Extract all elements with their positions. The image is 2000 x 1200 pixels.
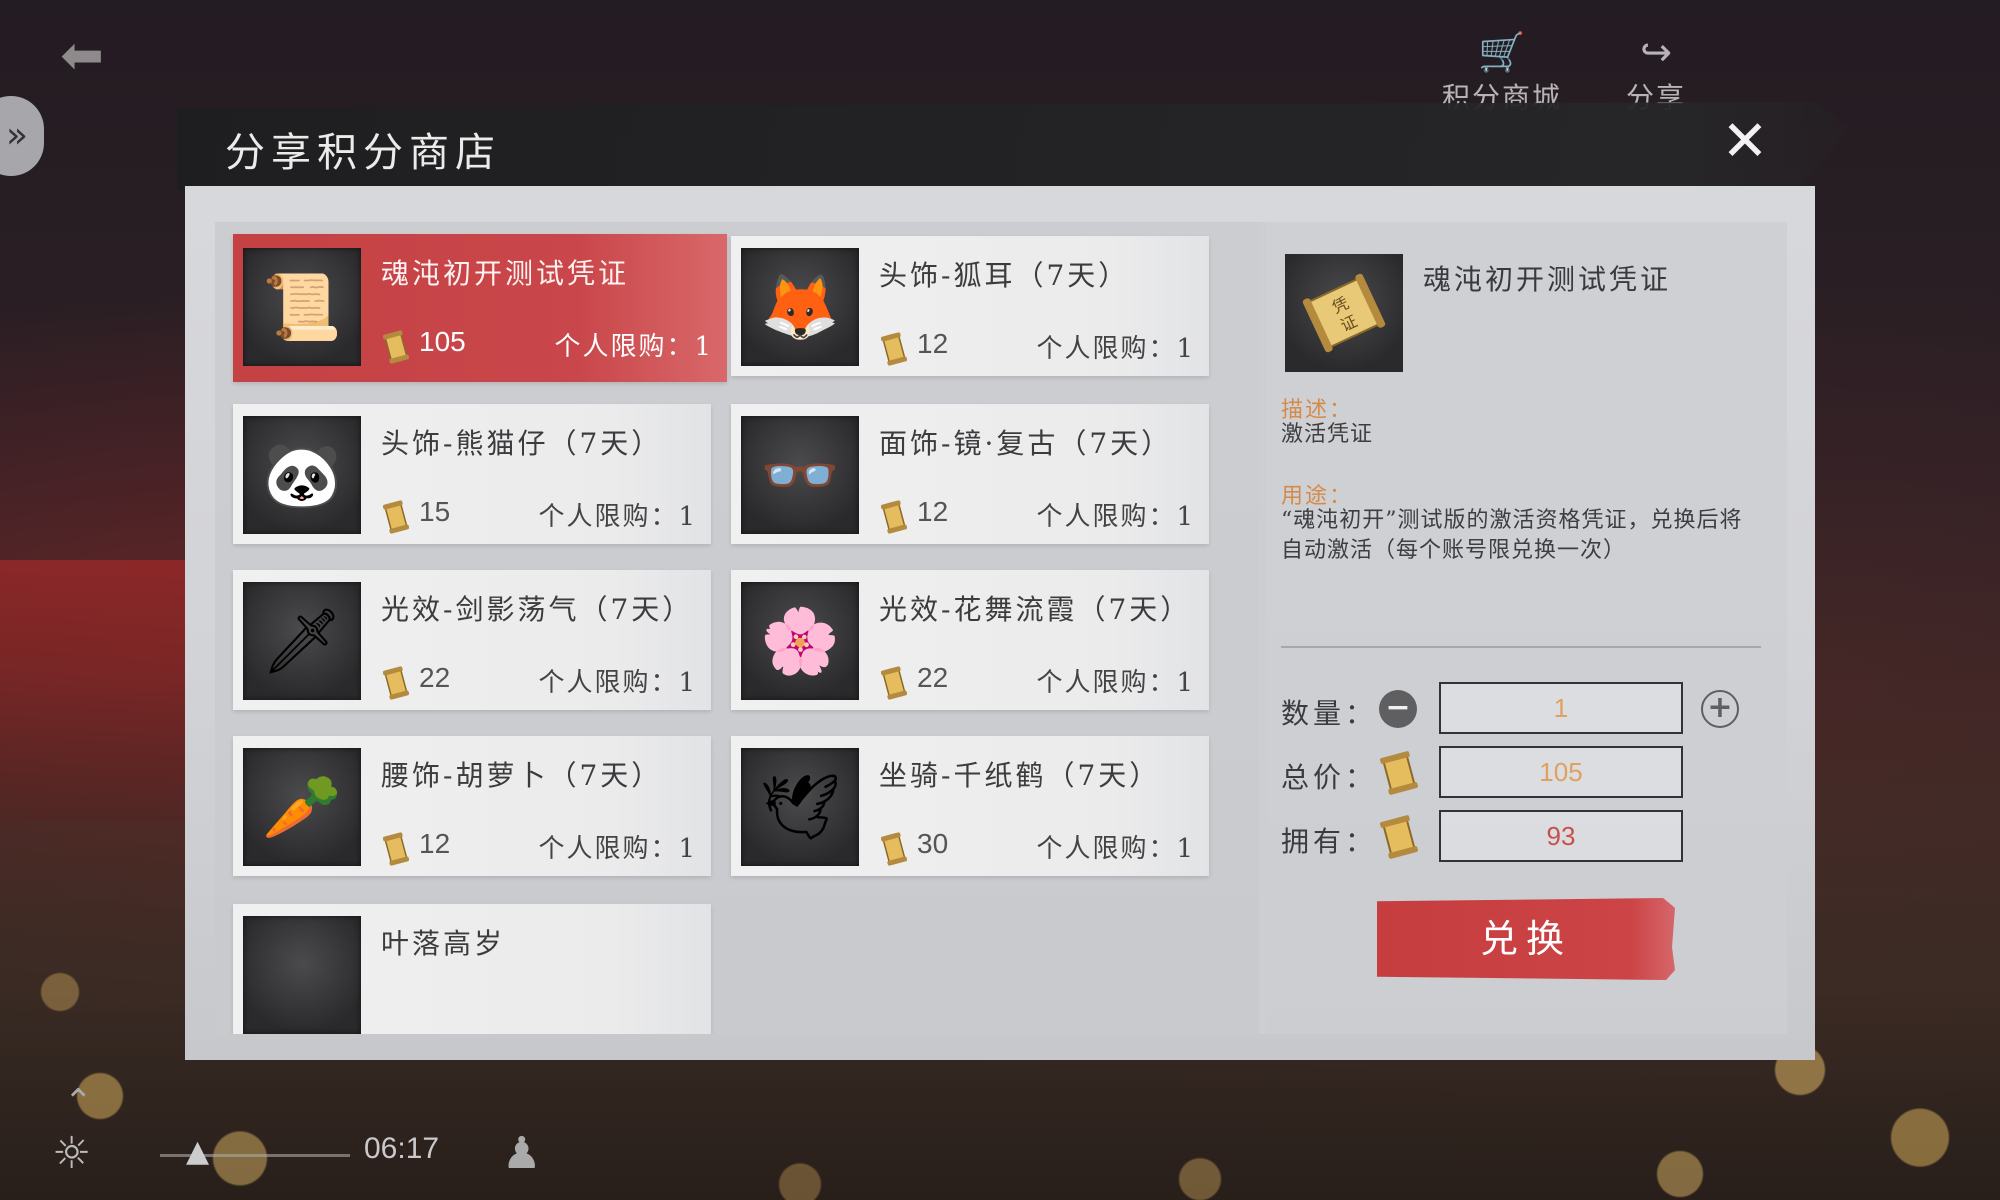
item-grid[interactable]: 📜 魂沌初开测试凭证 105 个人限购：1 🦊 头饰-狐耳（7天） 12 个人限购：1 🐼 头饰-… [215, 222, 1267, 1034]
dialog-title: 分享积分商店 [225, 130, 501, 176]
point-coin-icon [382, 330, 410, 364]
point-coin-icon [382, 832, 410, 866]
shop-item-card[interactable]: 🌸 光效-花舞流霞（7天） 22 个人限购：1 [731, 570, 1209, 710]
owned-label: 拥有： [1281, 825, 1378, 858]
item-name: 头饰-熊猫仔（7天） [381, 427, 663, 460]
purchase-limit: 个人限购：1 [1036, 834, 1195, 864]
point-coin-icon [880, 666, 908, 700]
item-name: 腰饰-胡萝卜（7天） [381, 759, 663, 792]
total-price-field: 105 [1439, 746, 1683, 798]
detail-divider [1281, 646, 1761, 648]
item-price: 12 [917, 496, 949, 527]
detail-item-name: 魂沌初开测试凭证 [1423, 263, 1672, 296]
bottom-hud: ⌃ ☼ ▲ 06:17 ♟ [0, 1080, 2000, 1200]
item-name: 头饰-狐耳（7天） [879, 259, 1130, 292]
minus-icon[interactable]: − [1379, 690, 1417, 728]
point-coin-icon [880, 332, 908, 366]
exchange-button[interactable]: 兑换 [1377, 898, 1675, 980]
purchase-limit: 个人限购：1 [1036, 334, 1195, 364]
purchase-limit: 个人限购：1 [538, 502, 697, 532]
point-coin-icon [880, 500, 908, 534]
item-thumbnail [243, 916, 361, 1034]
time-readout: 06:17 [364, 1132, 440, 1165]
item-price: 105 [419, 326, 466, 357]
item-name: 光效-花舞流霞（7天） [879, 593, 1192, 626]
item-price: 12 [917, 328, 949, 359]
purchase-limit: 个人限购：1 [1036, 668, 1195, 698]
item-thumbnail: 🗡 [243, 582, 361, 700]
item-thumbnail: 👓 [741, 416, 859, 534]
item-thumbnail: 📜 [243, 248, 361, 366]
description-text: 激活凭证 [1281, 422, 1374, 447]
item-name: 面饰-镜·复古（7天） [879, 427, 1173, 460]
item-name: 光效-剑影荡气（7天） [381, 593, 694, 626]
item-price: 12 [419, 828, 451, 859]
cart-icon: 🛒 [1478, 30, 1526, 74]
purchase-limit: 个人限购：1 [538, 668, 697, 698]
purchase-limit: 个人限购：1 [1036, 502, 1195, 532]
point-coin-icon [880, 832, 908, 866]
shop-item-card[interactable]: 📜 魂沌初开测试凭证 105 个人限购：1 [233, 234, 727, 382]
chevron-up-icon[interactable]: ⌃ [64, 1082, 93, 1122]
point-coin-icon [1380, 751, 1418, 795]
purchase-limit: 个人限购：1 [538, 834, 697, 864]
item-name: 坐骑-千纸鹤（7天） [879, 759, 1161, 792]
item-price: 22 [917, 662, 949, 693]
item-price: 22 [419, 662, 451, 693]
character-icon[interactable]: ♟ [502, 1128, 541, 1179]
item-detail-panel: 凭 证 魂沌初开测试凭证 描述： 激活凭证 用途： “魂沌初开”测试版的激活资格… [1259, 222, 1787, 1034]
shop-item-card[interactable]: 叶落高岁 [233, 904, 711, 1034]
shop-item-card[interactable]: 🥕 腰饰-胡萝卜（7天） 12 个人限购：1 [233, 736, 711, 876]
usage-text: “魂沌初开”测试版的激活资格凭证，兑换后将自动激活（每个账号限兑换一次） [1281, 508, 1743, 563]
point-coin-icon [382, 666, 410, 700]
item-name: 叶落高岁 [381, 927, 506, 960]
item-thumbnail: 🥕 [243, 748, 361, 866]
item-thumbnail: 🐼 [243, 416, 361, 534]
point-coin-icon [1380, 815, 1418, 859]
shop-item-card[interactable]: 👓 面饰-镜·复古（7天） 12 个人限购：1 [731, 404, 1209, 544]
item-price: 30 [917, 828, 949, 859]
item-thumbnail: 🕊 [741, 748, 859, 866]
close-icon[interactable]: ✕ [1715, 112, 1775, 172]
shop-item-card[interactable]: 🦊 头饰-狐耳（7天） 12 个人限购：1 [731, 236, 1209, 376]
detail-item-thumbnail: 凭 证 [1285, 254, 1403, 372]
quantity-label: 数量： [1281, 697, 1378, 730]
shop-item-card[interactable]: 🐼 头饰-熊猫仔（7天） 15 个人限购：1 [233, 404, 711, 544]
owned-points-field: 93 [1439, 810, 1683, 862]
quantity-field[interactable]: 1 [1439, 682, 1683, 734]
item-price: 15 [419, 496, 451, 527]
voucher-scroll-icon: 凭 证 [1302, 273, 1386, 353]
purchase-limit: 个人限购：1 [554, 332, 713, 362]
share-points-shop-dialog: 分享积分商店 ✕ 📜 魂沌初开测试凭证 105 个人限购：1 🦊 头饰-狐耳（7天） 12 个… [177, 102, 1849, 1060]
share-icon: ↪ [1640, 30, 1672, 74]
item-thumbnail: 🦊 [741, 248, 859, 366]
back-arrow-icon[interactable]: ⬅ [48, 30, 116, 82]
plus-icon[interactable]: + [1701, 690, 1739, 728]
item-name: 魂沌初开测试凭证 [381, 257, 630, 290]
total-price-label: 总价： [1281, 761, 1378, 794]
item-thumbnail: 🌸 [741, 582, 859, 700]
time-slider-thumb[interactable]: ▲ [186, 1134, 209, 1169]
shop-item-card[interactable]: 🗡 光效-剑影荡气（7天） 22 个人限购：1 [233, 570, 711, 710]
dialog-body: 📜 魂沌初开测试凭证 105 个人限购：1 🦊 头饰-狐耳（7天） 12 个人限购：1 🐼 头饰-… [185, 186, 1815, 1060]
weather-icon[interactable]: ☼ [52, 1128, 91, 1179]
shop-item-card[interactable]: 🕊 坐骑-千纸鹤（7天） 30 个人限购：1 [731, 736, 1209, 876]
point-coin-icon [382, 500, 410, 534]
